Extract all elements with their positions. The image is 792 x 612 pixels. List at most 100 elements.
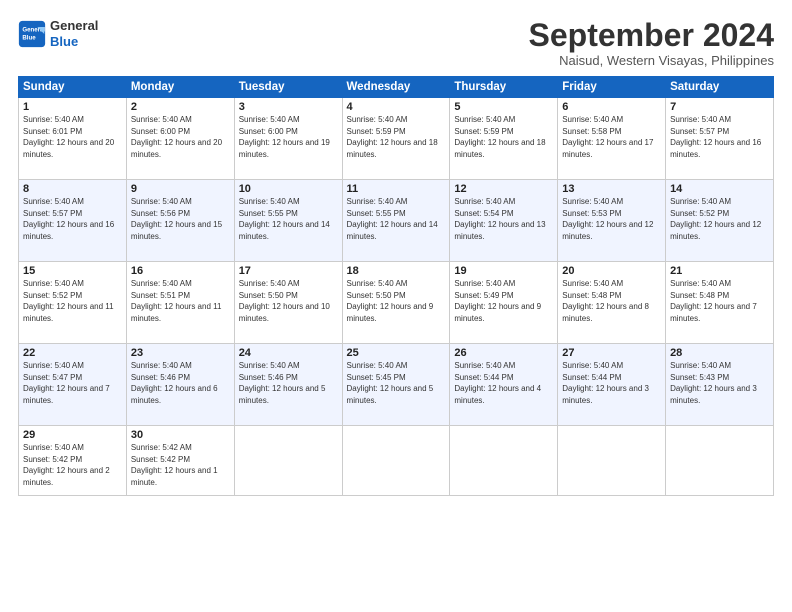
day-number: 22 bbox=[23, 347, 122, 359]
table-row: 7Sunrise: 5:40 AMSunset: 5:57 PMDaylight… bbox=[666, 98, 774, 180]
table-row: 16Sunrise: 5:40 AMSunset: 5:51 PMDayligh… bbox=[126, 262, 234, 344]
day-info: Sunrise: 5:40 AMSunset: 5:51 PMDaylight:… bbox=[131, 278, 230, 324]
day-number: 4 bbox=[347, 101, 446, 113]
table-row: 19Sunrise: 5:40 AMSunset: 5:49 PMDayligh… bbox=[450, 262, 558, 344]
table-row: 15Sunrise: 5:40 AMSunset: 5:52 PMDayligh… bbox=[19, 262, 127, 344]
table-row bbox=[558, 426, 666, 496]
table-row: 28Sunrise: 5:40 AMSunset: 5:43 PMDayligh… bbox=[666, 344, 774, 426]
day-info: Sunrise: 5:40 AMSunset: 6:01 PMDaylight:… bbox=[23, 114, 122, 160]
day-info: Sunrise: 5:40 AMSunset: 5:59 PMDaylight:… bbox=[454, 114, 553, 160]
day-number: 24 bbox=[239, 347, 338, 359]
calendar-table: Sunday Monday Tuesday Wednesday Thursday… bbox=[18, 76, 774, 496]
day-info: Sunrise: 5:40 AMSunset: 5:50 PMDaylight:… bbox=[347, 278, 446, 324]
day-info: Sunrise: 5:40 AMSunset: 5:50 PMDaylight:… bbox=[239, 278, 338, 324]
day-info: Sunrise: 5:40 AMSunset: 5:54 PMDaylight:… bbox=[454, 196, 553, 242]
calendar-week-row: 15Sunrise: 5:40 AMSunset: 5:52 PMDayligh… bbox=[19, 262, 774, 344]
table-row: 27Sunrise: 5:40 AMSunset: 5:44 PMDayligh… bbox=[558, 344, 666, 426]
day-number: 2 bbox=[131, 101, 230, 113]
day-info: Sunrise: 5:40 AMSunset: 5:46 PMDaylight:… bbox=[131, 360, 230, 406]
day-info: Sunrise: 5:40 AMSunset: 5:57 PMDaylight:… bbox=[670, 114, 769, 160]
day-info: Sunrise: 5:40 AMSunset: 5:56 PMDaylight:… bbox=[131, 196, 230, 242]
day-info: Sunrise: 5:40 AMSunset: 5:46 PMDaylight:… bbox=[239, 360, 338, 406]
table-row: 11Sunrise: 5:40 AMSunset: 5:55 PMDayligh… bbox=[342, 180, 450, 262]
table-row: 20Sunrise: 5:40 AMSunset: 5:48 PMDayligh… bbox=[558, 262, 666, 344]
day-info: Sunrise: 5:40 AMSunset: 6:00 PMDaylight:… bbox=[131, 114, 230, 160]
page-header: General Blue General Blue September 2024… bbox=[18, 18, 774, 68]
day-info: Sunrise: 5:40 AMSunset: 5:55 PMDaylight:… bbox=[239, 196, 338, 242]
day-number: 29 bbox=[23, 429, 122, 441]
table-row: 29Sunrise: 5:40 AMSunset: 5:42 PMDayligh… bbox=[19, 426, 127, 496]
day-number: 12 bbox=[454, 183, 553, 195]
table-row: 5Sunrise: 5:40 AMSunset: 5:59 PMDaylight… bbox=[450, 98, 558, 180]
header-sunday: Sunday bbox=[19, 77, 127, 98]
table-row: 22Sunrise: 5:40 AMSunset: 5:47 PMDayligh… bbox=[19, 344, 127, 426]
day-number: 18 bbox=[347, 265, 446, 277]
calendar-header-row: Sunday Monday Tuesday Wednesday Thursday… bbox=[19, 77, 774, 98]
table-row: 17Sunrise: 5:40 AMSunset: 5:50 PMDayligh… bbox=[234, 262, 342, 344]
calendar-week-row: 22Sunrise: 5:40 AMSunset: 5:47 PMDayligh… bbox=[19, 344, 774, 426]
day-number: 23 bbox=[131, 347, 230, 359]
table-row: 26Sunrise: 5:40 AMSunset: 5:44 PMDayligh… bbox=[450, 344, 558, 426]
day-info: Sunrise: 5:40 AMSunset: 5:59 PMDaylight:… bbox=[347, 114, 446, 160]
day-number: 10 bbox=[239, 183, 338, 195]
table-row: 9Sunrise: 5:40 AMSunset: 5:56 PMDaylight… bbox=[126, 180, 234, 262]
calendar-page: General Blue General Blue September 2024… bbox=[0, 0, 792, 612]
table-row bbox=[450, 426, 558, 496]
day-number: 9 bbox=[131, 183, 230, 195]
day-number: 5 bbox=[454, 101, 553, 113]
day-info: Sunrise: 5:40 AMSunset: 5:48 PMDaylight:… bbox=[670, 278, 769, 324]
table-row: 12Sunrise: 5:40 AMSunset: 5:54 PMDayligh… bbox=[450, 180, 558, 262]
table-row: 30Sunrise: 5:42 AMSunset: 5:42 PMDayligh… bbox=[126, 426, 234, 496]
day-info: Sunrise: 5:42 AMSunset: 5:42 PMDaylight:… bbox=[131, 442, 230, 488]
table-row: 1Sunrise: 5:40 AMSunset: 6:01 PMDaylight… bbox=[19, 98, 127, 180]
day-info: Sunrise: 5:40 AMSunset: 5:45 PMDaylight:… bbox=[347, 360, 446, 406]
day-number: 7 bbox=[670, 101, 769, 113]
table-row: 18Sunrise: 5:40 AMSunset: 5:50 PMDayligh… bbox=[342, 262, 450, 344]
header-thursday: Thursday bbox=[450, 77, 558, 98]
header-monday: Monday bbox=[126, 77, 234, 98]
day-info: Sunrise: 5:40 AMSunset: 5:55 PMDaylight:… bbox=[347, 196, 446, 242]
logo-text: General Blue bbox=[50, 18, 98, 49]
day-number: 27 bbox=[562, 347, 661, 359]
day-info: Sunrise: 5:40 AMSunset: 5:57 PMDaylight:… bbox=[23, 196, 122, 242]
table-row: 3Sunrise: 5:40 AMSunset: 6:00 PMDaylight… bbox=[234, 98, 342, 180]
table-row: 8Sunrise: 5:40 AMSunset: 5:57 PMDaylight… bbox=[19, 180, 127, 262]
calendar-week-row: 8Sunrise: 5:40 AMSunset: 5:57 PMDaylight… bbox=[19, 180, 774, 262]
day-info: Sunrise: 5:40 AMSunset: 5:52 PMDaylight:… bbox=[23, 278, 122, 324]
table-row: 21Sunrise: 5:40 AMSunset: 5:48 PMDayligh… bbox=[666, 262, 774, 344]
calendar-week-row: 29Sunrise: 5:40 AMSunset: 5:42 PMDayligh… bbox=[19, 426, 774, 496]
day-info: Sunrise: 5:40 AMSunset: 5:42 PMDaylight:… bbox=[23, 442, 122, 488]
table-row: 4Sunrise: 5:40 AMSunset: 5:59 PMDaylight… bbox=[342, 98, 450, 180]
day-info: Sunrise: 5:40 AMSunset: 5:43 PMDaylight:… bbox=[670, 360, 769, 406]
day-number: 1 bbox=[23, 101, 122, 113]
day-number: 25 bbox=[347, 347, 446, 359]
table-row: 2Sunrise: 5:40 AMSunset: 6:00 PMDaylight… bbox=[126, 98, 234, 180]
table-row bbox=[342, 426, 450, 496]
title-block: September 2024 Naisud, Western Visayas, … bbox=[529, 18, 774, 68]
day-number: 3 bbox=[239, 101, 338, 113]
day-number: 17 bbox=[239, 265, 338, 277]
day-number: 15 bbox=[23, 265, 122, 277]
table-row: 24Sunrise: 5:40 AMSunset: 5:46 PMDayligh… bbox=[234, 344, 342, 426]
header-wednesday: Wednesday bbox=[342, 77, 450, 98]
day-number: 19 bbox=[454, 265, 553, 277]
calendar-week-row: 1Sunrise: 5:40 AMSunset: 6:01 PMDaylight… bbox=[19, 98, 774, 180]
table-row: 25Sunrise: 5:40 AMSunset: 5:45 PMDayligh… bbox=[342, 344, 450, 426]
day-info: Sunrise: 5:40 AMSunset: 5:47 PMDaylight:… bbox=[23, 360, 122, 406]
logo-icon: General Blue bbox=[18, 20, 46, 48]
month-title: September 2024 bbox=[529, 18, 774, 53]
day-number: 6 bbox=[562, 101, 661, 113]
day-number: 20 bbox=[562, 265, 661, 277]
table-row: 13Sunrise: 5:40 AMSunset: 5:53 PMDayligh… bbox=[558, 180, 666, 262]
header-saturday: Saturday bbox=[666, 77, 774, 98]
day-info: Sunrise: 5:40 AMSunset: 5:58 PMDaylight:… bbox=[562, 114, 661, 160]
logo: General Blue General Blue bbox=[18, 18, 98, 49]
table-row: 6Sunrise: 5:40 AMSunset: 5:58 PMDaylight… bbox=[558, 98, 666, 180]
table-row bbox=[234, 426, 342, 496]
day-info: Sunrise: 5:40 AMSunset: 5:49 PMDaylight:… bbox=[454, 278, 553, 324]
day-number: 16 bbox=[131, 265, 230, 277]
day-number: 11 bbox=[347, 183, 446, 195]
day-number: 8 bbox=[23, 183, 122, 195]
day-info: Sunrise: 5:40 AMSunset: 6:00 PMDaylight:… bbox=[239, 114, 338, 160]
table-row bbox=[666, 426, 774, 496]
